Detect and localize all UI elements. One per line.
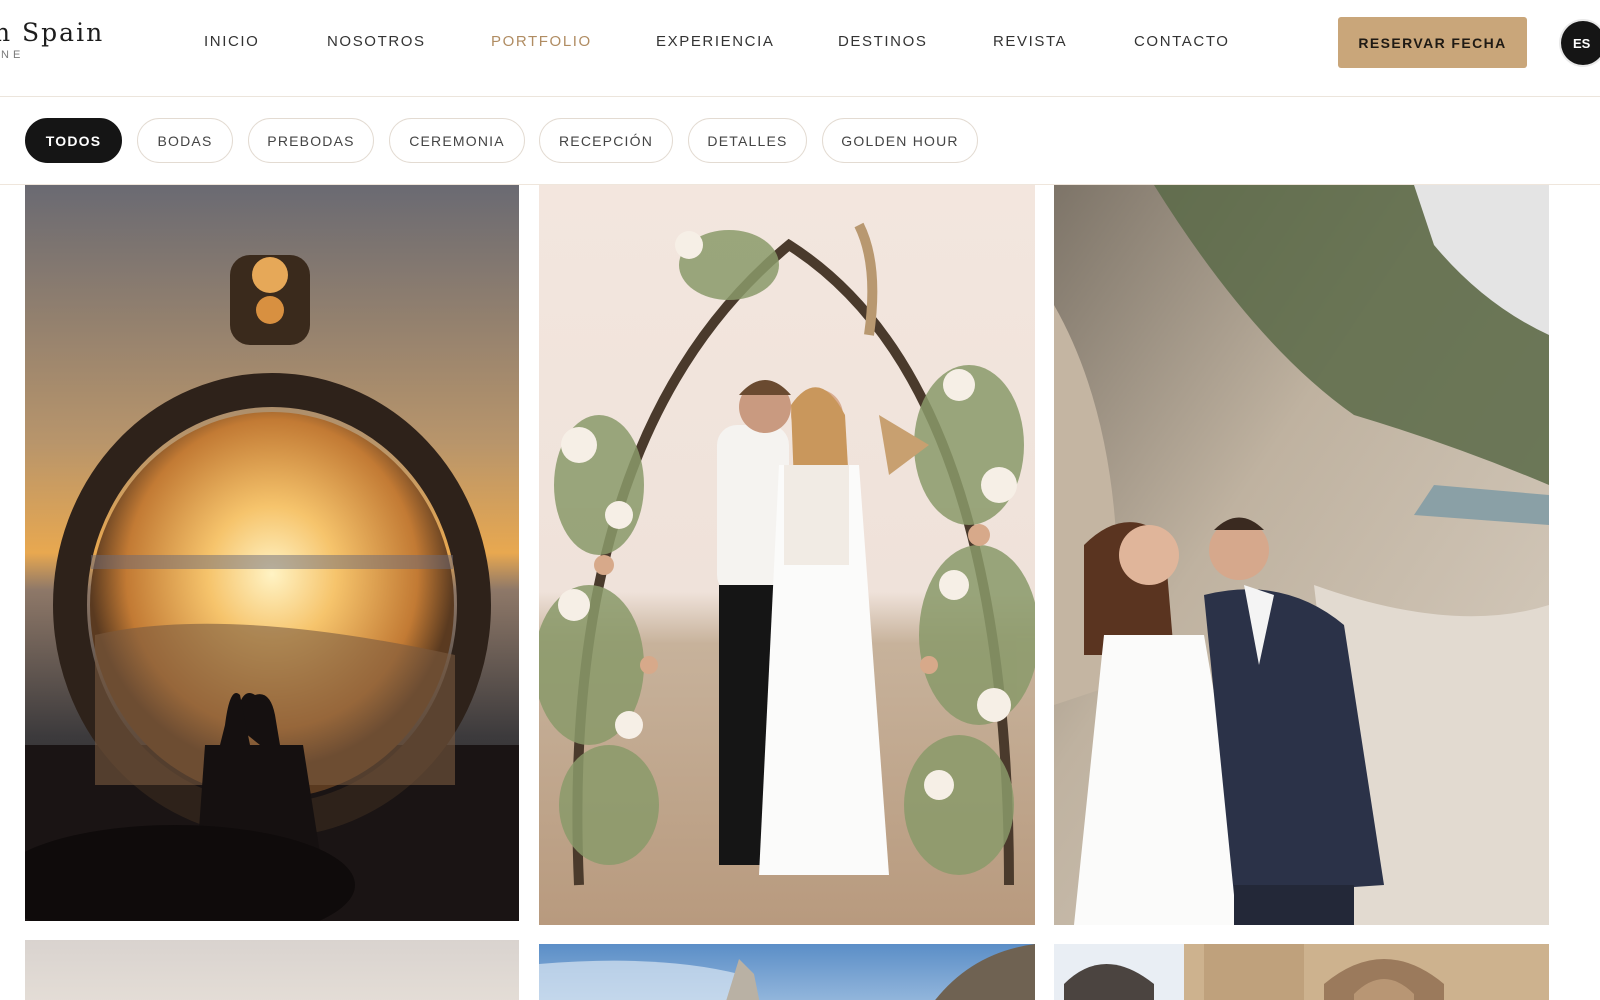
nav-item-inicio[interactable]: INICIO (204, 33, 259, 50)
filter-chip-ceremonia[interactable]: CEREMONIA (389, 118, 525, 163)
portfolio-gallery (0, 185, 1600, 1000)
nav-item-contacto[interactable]: CONTACTO (1134, 33, 1230, 50)
gallery-photo-architecture[interactable] (1054, 944, 1549, 1000)
nav-item-portfolio[interactable]: PORTFOLIO (491, 33, 592, 50)
language-switch-button[interactable]: ES (1561, 21, 1600, 65)
filter-chip-prebodas[interactable]: PREBODAS (248, 118, 374, 163)
site-header: n Spain INE INICIO NOSOTROS PORTFOLIO EX… (0, 0, 1600, 97)
reserve-date-button[interactable]: RESERVAR FECHA (1338, 17, 1527, 68)
filter-chip-recepcion[interactable]: RECEPCIÓN (539, 118, 673, 163)
pastel-sky-image (25, 940, 519, 1000)
logo-name: n Spain (0, 18, 105, 47)
gallery-photo-floral-arch[interactable] (539, 185, 1035, 925)
logo-tagline: INE (0, 49, 25, 61)
gallery-photo-rocky-shore[interactable] (1054, 185, 1549, 925)
filter-chip-golden-hour[interactable]: GOLDEN HOUR (822, 118, 978, 163)
filter-chip-bodas[interactable]: BODAS (137, 118, 233, 163)
filter-chip-detalles[interactable]: DETALLES (688, 118, 807, 163)
nav-item-revista[interactable]: REVISTA (993, 33, 1067, 50)
gallery-photo-cliff[interactable] (539, 944, 1035, 1000)
rocky-shore-image (1054, 185, 1549, 925)
filter-chip-todos[interactable]: TODOS (25, 118, 122, 163)
architecture-image (1054, 944, 1549, 1000)
nav-item-experiencia[interactable]: EXPERIENCIA (656, 33, 774, 50)
nav-item-destinos[interactable]: DESTINOS (838, 33, 927, 50)
cliff-image (539, 944, 1035, 1000)
gallery-photo-pastel-sky[interactable] (25, 940, 519, 1000)
portfolio-filter-bar: TODOS BODAS PREBODAS CEREMONIA RECEPCIÓN… (0, 97, 1600, 185)
site-logo[interactable]: n Spain INE (0, 18, 104, 61)
ring-sunset-image (25, 185, 519, 921)
nav-item-nosotros[interactable]: NOSOTROS (327, 33, 426, 50)
gallery-photo-ring-sunset[interactable] (25, 185, 519, 921)
floral-arch-image (539, 185, 1035, 925)
